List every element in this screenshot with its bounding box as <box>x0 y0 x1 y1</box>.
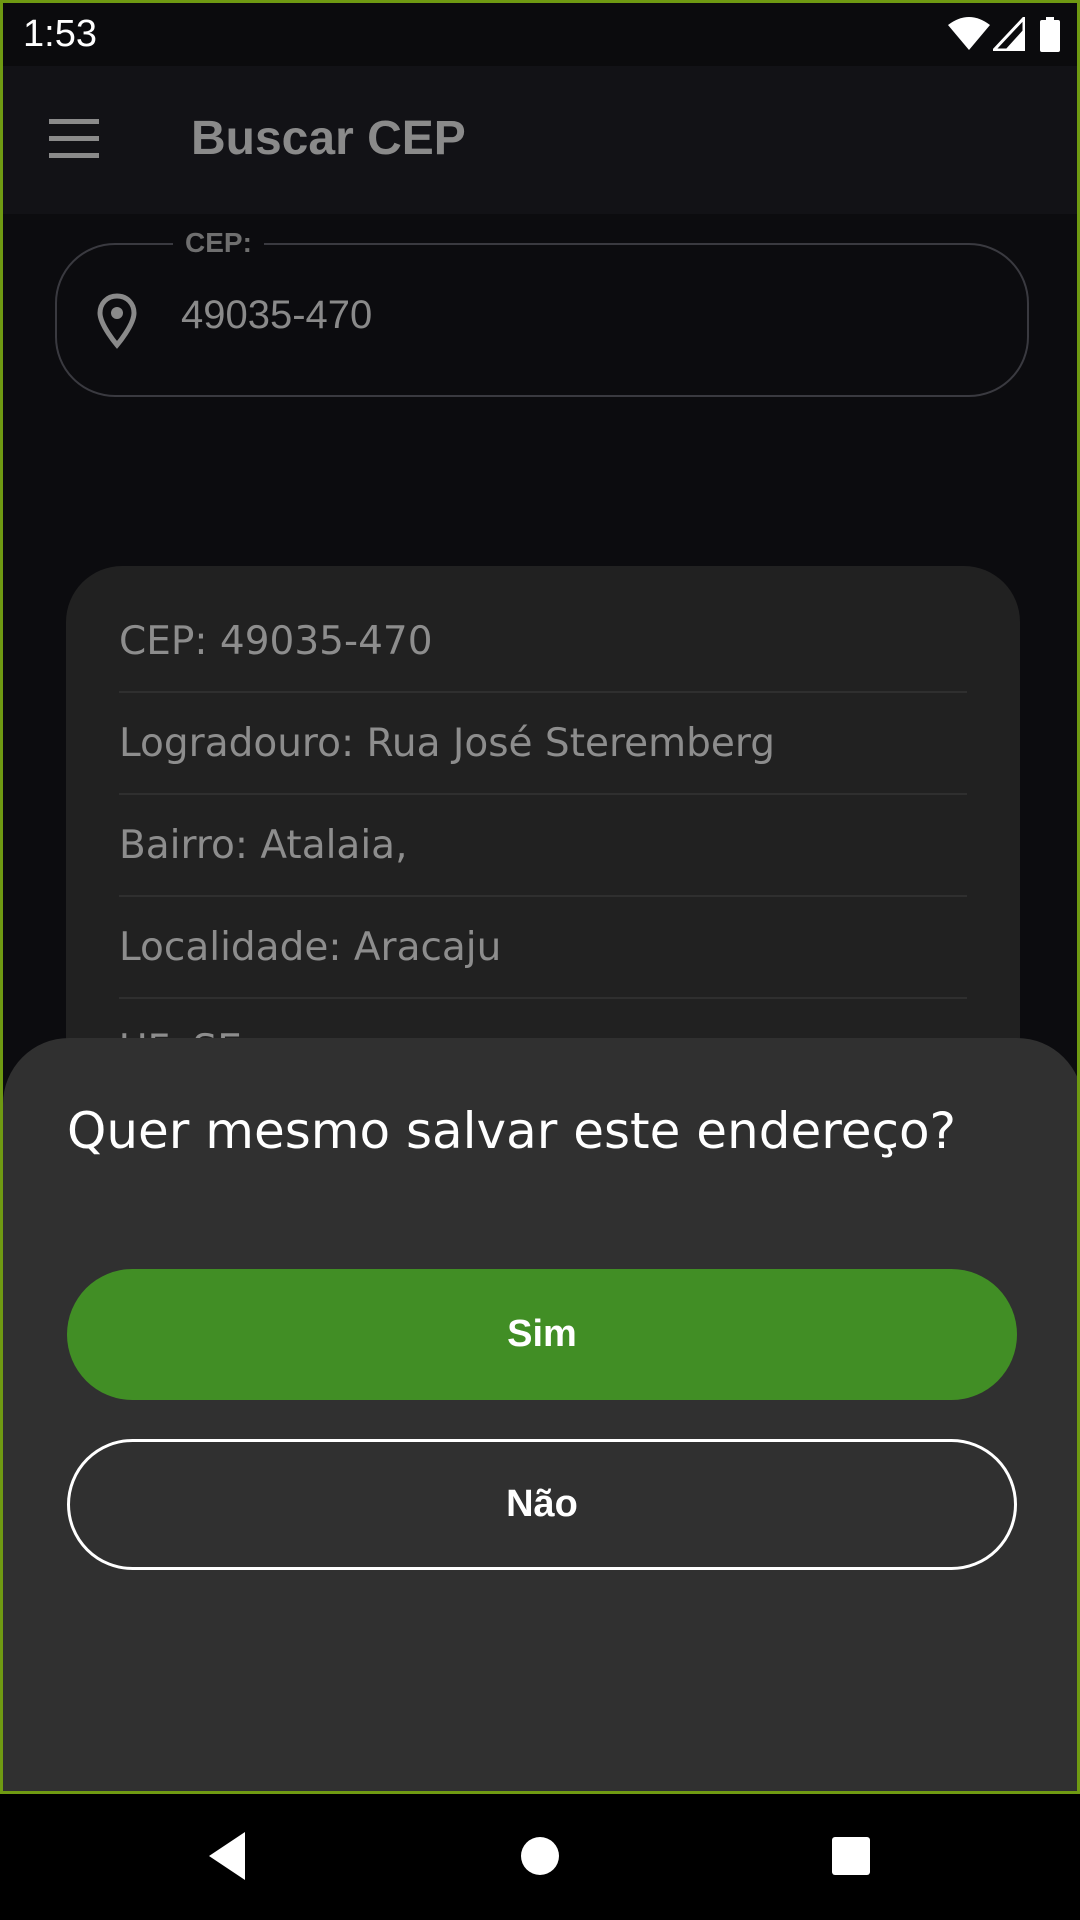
recents-icon[interactable] <box>830 1828 872 1884</box>
dialog-question: Quer mesmo salvar este endereço? <box>67 1102 957 1160</box>
cep-field-label: CEP: <box>173 227 264 259</box>
confirm-no-button[interactable]: Não <box>67 1439 1017 1570</box>
result-bairro-row: Bairro: Atalaia, <box>119 795 967 897</box>
hamburger-menu-icon[interactable] <box>49 119 99 159</box>
screen: 1:53 Buscar CEP CEP: 49035-470 CEP: 4903… <box>0 0 1080 1920</box>
app-toolbar: Buscar CEP <box>3 66 1077 214</box>
status-clock: 1:53 <box>23 13 97 55</box>
confirm-save-bottom-sheet: Quer mesmo salvar este endereço? Sim Não <box>3 1038 1077 1791</box>
result-logradouro-row: Logradouro: Rua José Steremberg <box>119 693 967 795</box>
navigation-bar <box>0 1794 1080 1920</box>
wifi-icon <box>948 17 990 50</box>
status-bar: 1:53 <box>3 3 1077 66</box>
signal-icon <box>993 17 1025 51</box>
cep-input-field[interactable]: CEP: 49035-470 <box>55 227 1029 397</box>
cep-input-value[interactable]: 49035-470 <box>181 293 372 338</box>
location-pin-icon <box>97 293 137 349</box>
home-icon[interactable] <box>520 1828 560 1884</box>
result-localidade-row: Localidade: Aracaju <box>119 897 967 999</box>
app-window: 1:53 Buscar CEP CEP: 49035-470 CEP: 4903… <box>0 0 1080 1794</box>
page-title: Buscar CEP <box>191 112 466 165</box>
back-icon[interactable] <box>203 1828 257 1884</box>
result-cep-row: CEP: 49035-470 <box>119 591 967 693</box>
confirm-yes-button[interactable]: Sim <box>67 1269 1017 1400</box>
battery-icon <box>1040 17 1060 52</box>
